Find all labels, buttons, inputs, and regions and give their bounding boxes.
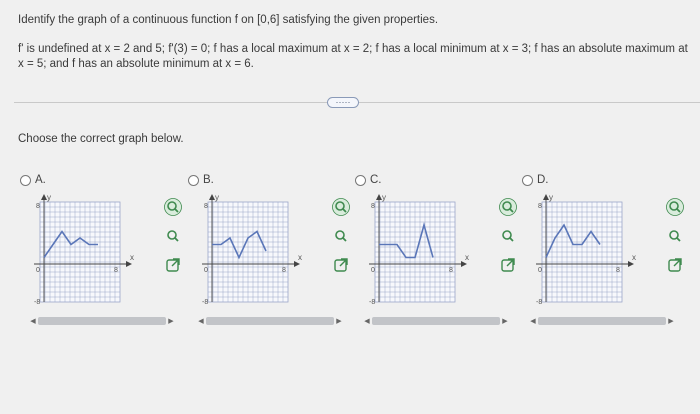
graph-grid: [374, 201, 456, 303]
scroll-left-icon[interactable]: ◀: [528, 317, 538, 325]
x-tick-right: 8: [616, 267, 620, 274]
scroll-right-icon[interactable]: ▶: [334, 317, 344, 325]
y-tick-top: 8: [371, 203, 375, 210]
zoom-out-icon[interactable]: [499, 227, 517, 245]
scrollbar-b[interactable]: ◀ ▶: [196, 316, 344, 326]
radio-option-b[interactable]: [188, 174, 199, 186]
graph-grid: [207, 201, 289, 303]
zoom-out-icon[interactable]: [332, 227, 350, 245]
choose-prompt: Choose the correct graph below.: [18, 133, 184, 145]
external-link-icon[interactable]: [499, 256, 517, 274]
x-tick-left: 0: [538, 267, 542, 274]
option-a[interactable]: A. y x 8 -8 0 8: [20, 174, 182, 334]
y-axis-label: y: [549, 193, 553, 202]
radio-option-d[interactable]: [522, 174, 533, 186]
y-tick-top: 8: [204, 203, 208, 210]
x-tick-left: 0: [371, 267, 375, 274]
x-tick-right: 8: [282, 267, 286, 274]
option-label-d: D.: [537, 174, 549, 186]
scroll-thumb[interactable]: [206, 317, 334, 325]
zoom-in-icon[interactable]: [666, 198, 684, 216]
y-axis-label: y: [382, 193, 386, 202]
graph-c: y x 8 -8 0 8: [369, 193, 469, 306]
y-tick-bottom: -8: [34, 299, 40, 306]
graph-grid: [541, 201, 623, 303]
zoom-out-icon[interactable]: [164, 227, 182, 245]
question-title: Identify the graph of a continuous funct…: [18, 14, 439, 26]
more-button[interactable]: ·····: [327, 97, 359, 108]
scroll-thumb[interactable]: [538, 317, 666, 325]
option-c[interactable]: C. y x 8 -8 0 8: [355, 174, 517, 334]
y-tick-bottom: -8: [369, 299, 375, 306]
graph-b: y x 8 -8 0 8: [202, 193, 302, 306]
zoom-out-icon[interactable]: [666, 227, 684, 245]
y-axis-label: y: [215, 193, 219, 202]
scrollbar-d[interactable]: ◀ ▶: [528, 316, 676, 326]
external-link-icon[interactable]: [332, 256, 350, 274]
graph-grid: [39, 201, 121, 303]
radio-option-c[interactable]: [355, 174, 366, 186]
external-link-icon[interactable]: [666, 256, 684, 274]
y-tick-bottom: -8: [202, 299, 208, 306]
zoom-in-icon[interactable]: [499, 198, 517, 216]
zoom-in-icon[interactable]: [332, 198, 350, 216]
x-axis-label: x: [632, 253, 636, 262]
x-tick-left: 0: [204, 267, 208, 274]
graph-a: y x 8 -8 0 8: [34, 193, 134, 306]
x-axis-label: x: [130, 253, 134, 262]
scroll-right-icon[interactable]: ▶: [166, 317, 176, 325]
x-axis-label: x: [465, 253, 469, 262]
scroll-thumb[interactable]: [372, 317, 500, 325]
option-b[interactable]: B. y x 8 -8 0 8: [188, 174, 350, 334]
x-tick-right: 8: [114, 267, 118, 274]
zoom-in-icon[interactable]: [164, 198, 182, 216]
x-tick-right: 8: [449, 267, 453, 274]
scrollbar-a[interactable]: ◀ ▶: [28, 316, 176, 326]
scroll-left-icon[interactable]: ◀: [28, 317, 38, 325]
x-axis-label: x: [298, 253, 302, 262]
x-tick-left: 0: [36, 267, 40, 274]
scroll-left-icon[interactable]: ◀: [362, 317, 372, 325]
y-tick-top: 8: [538, 203, 542, 210]
external-link-icon[interactable]: [164, 256, 182, 274]
y-axis-label: y: [47, 193, 51, 202]
y-tick-top: 8: [36, 203, 40, 210]
option-label-b: B.: [203, 174, 214, 186]
option-label-a: A.: [35, 174, 46, 186]
scroll-right-icon[interactable]: ▶: [666, 317, 676, 325]
question-properties: f' is undefined at x = 2 and 5; f'(3) = …: [18, 43, 688, 70]
scroll-right-icon[interactable]: ▶: [500, 317, 510, 325]
radio-option-a[interactable]: [20, 174, 31, 186]
scroll-thumb[interactable]: [38, 317, 166, 325]
option-label-c: C.: [370, 174, 382, 186]
y-tick-bottom: -8: [536, 299, 542, 306]
graph-d: y x 8 -8 0 8: [536, 193, 636, 306]
option-d[interactable]: D. y x 8 -8 0 8: [522, 174, 684, 334]
scroll-left-icon[interactable]: ◀: [196, 317, 206, 325]
scrollbar-c[interactable]: ◀ ▶: [362, 316, 510, 326]
